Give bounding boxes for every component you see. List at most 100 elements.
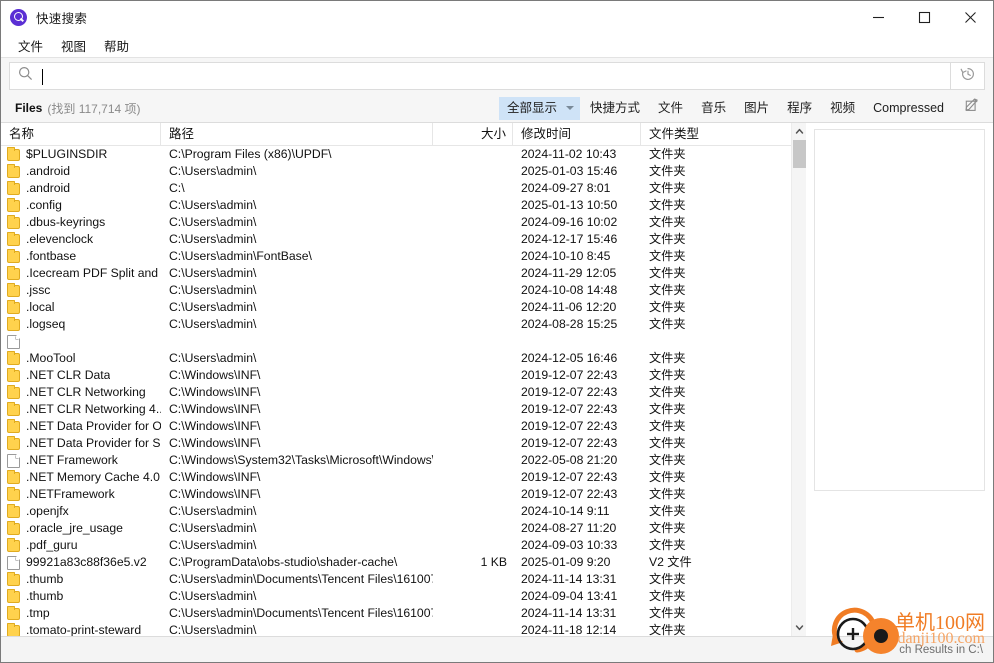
search-input[interactable] [40,64,950,88]
tab-compressed[interactable]: Compressed [865,97,952,120]
cell-size [433,622,513,636]
table-row[interactable]: 99921a83c88f36e5.v2 C:\ProgramData\obs-st… [1,554,791,571]
cell-name: .dbus-keyrings [1,214,161,231]
search-box[interactable] [9,62,951,90]
folder-icon [7,350,20,365]
window-controls [855,1,993,33]
quick-search-window: 快速搜索 文件 视图 帮助 Files (找到 117,714 项) 全部显示 … [0,0,994,663]
cell-time: 2024-11-14 13:31 [521,606,617,620]
cell-type: 文件夹 [649,521,686,535]
maximize-button[interactable] [901,1,947,33]
cell-path: C:\Users\admin\ [169,215,257,229]
cell-path: C:\Users\admin\ [169,521,257,535]
cell-name: .NET CLR Networking 4.... [1,401,161,418]
table-row[interactable]: .tmp C:\Users\admin\Documents\Tencent Fil… [1,605,791,622]
tab-show-all[interactable]: 全部显示 [499,96,581,120]
table-row[interactable]: .dbus-keyrings C:\Users\admin\ 2024-09-16 … [1,214,791,231]
tab-documents[interactable]: 文件 [650,97,691,120]
table-row[interactable]: .pdf_guru C:\Users\admin\ 2024-09-03 10:33… [1,537,791,554]
table-row[interactable]: .NET Data Provider for S... C:\Windows\IN… [1,435,791,452]
column-header-type[interactable]: 文件类型 [641,123,791,146]
cell-path: C:\Users\admin\ [169,283,257,297]
table-row[interactable]: .openjfx C:\Users\admin\ 2024-10-14 9:11 文件… [1,503,791,520]
cell-path: C:\Users\admin\ [169,164,257,178]
close-button[interactable] [947,1,993,33]
table-row[interactable]: .android C:\Users\admin\ 2025-01-03 15:46 文… [1,163,791,180]
table-row[interactable]: .Icecream PDF Split and ... C:\Users\admi… [1,265,791,282]
table-row[interactable]: .NET Framework C:\Windows\System32\Tasks\… [1,452,791,469]
menu-file[interactable]: 文件 [9,34,52,57]
edit-filters-button[interactable] [959,97,985,119]
table-row[interactable]: .jssc C:\Users\admin\ 2024-10-08 14:48 文件夹 [1,282,791,299]
folder-icon [7,486,20,501]
column-header-name[interactable]: 名称 [1,122,161,146]
table-row[interactable]: $PLUGINSDIR C:\Program Files (x86)\UPDF\ 2… [1,146,791,163]
tab-shortcuts[interactable]: 快捷方式 [582,97,648,120]
table-row[interactable]: .tomato-print-steward C:\Users\admin\ 2024… [1,622,791,636]
tab-music[interactable]: 音乐 [693,97,734,120]
cell-time: 2024-10-08 14:48 [521,283,618,297]
tab-programs[interactable]: 程序 [779,97,820,120]
column-header-time[interactable]: 修改时间 [513,122,641,146]
cell-name-text: .fontbase [26,249,77,263]
table-row[interactable]: .MooTool C:\Users\admin\ 2024-12-05 16:46 文… [1,350,791,367]
column-header-row: 名称 路径 大小 修改时间 文件类型 [1,122,791,146]
cell-path: C:\Users\admin\FontBase\ [169,249,312,263]
chevron-down-icon[interactable] [566,106,575,110]
scrollbar-track[interactable] [792,140,807,619]
column-header-path[interactable]: 路径 [161,122,433,146]
cell-name-text: .tomato-print-steward [26,623,142,636]
cell-name: .jssc [1,282,161,299]
chevron-up-icon [795,123,804,141]
results-scrollbar[interactable] [791,123,806,636]
table-row[interactable]: .oracle_jre_usage C:\Users\admin\ 2024-08-… [1,520,791,537]
filter-tab-bar: Files (找到 117,714 项) 全部显示 快捷方式 文件 音乐 图片 … [1,94,993,123]
table-row[interactable]: .thumb C:\Users\admin\Documents\Tencent F… [1,571,791,588]
cell-name: .tomato-print-steward [1,622,161,636]
search-history-button[interactable] [951,62,985,90]
cell-path: C:\Users\admin\ [169,504,257,518]
table-row[interactable]: .local C:\Users\admin\ 2024-11-06 12:20 文件夹 [1,299,791,316]
cell-name: .pdf_guru [1,537,161,554]
scrollbar-thumb[interactable] [792,140,806,168]
column-header-size[interactable]: 大小 [433,122,513,146]
table-row[interactable]: .android C:\ 2024-09-27 8:01 文件夹 [1,180,791,197]
status-bar: ch Results in C:\ [1,636,993,662]
cell-type: 文件夹 [649,538,686,552]
table-row[interactable]: .NET CLR Networking C:\Windows\INF\ 2019-1… [1,384,791,401]
chevron-down-icon [795,619,804,637]
results-files-label: Files [15,101,43,115]
cell-name-text: .elevenclock [26,232,94,246]
table-row[interactable]: .thumb C:\Users\admin\ 2024-09-04 13:41 文件夹 [1,588,791,605]
cell-time: 2019-12-07 22:43 [521,436,618,450]
cell-type: V2 文件 [649,555,692,569]
cell-type: 文件夹 [649,470,686,484]
cell-name: .android [1,163,161,180]
table-row[interactable]: .config C:\Users\admin\ 2025-01-13 10:50 文件… [1,197,791,214]
table-row[interactable]: .NET Data Provider for O... C:\Windows\IN… [1,418,791,435]
tab-videos[interactable]: 视频 [822,97,863,120]
table-row[interactable]: .elevenclock C:\Users\admin\ 2024-12-17 15… [1,231,791,248]
table-row[interactable]: .NETFramework C:\Windows\INF\ 2019-12-07 2… [1,486,791,503]
tab-pictures[interactable]: 图片 [736,97,777,120]
cell-size [433,384,513,401]
menu-help[interactable]: 帮助 [95,34,138,57]
scroll-up-button[interactable] [792,123,807,140]
cell-size [433,486,513,503]
cell-size [433,401,513,418]
table-row[interactable]: .NET Memory Cache 4.0 C:\Windows\INF\ 2019… [1,469,791,486]
minimize-button[interactable] [855,1,901,33]
folder-icon [7,146,20,161]
table-row[interactable]: .NET CLR Networking 4.... C:\Windows\INF\… [1,401,791,418]
table-row[interactable]: .NET CLR Data C:\Windows\INF\ 2019-12-07 2… [1,367,791,384]
cell-name: $PLUGINSDIR [1,146,161,163]
cell-path: C:\Windows\INF\ [169,368,261,382]
menu-view[interactable]: 视图 [52,34,95,57]
table-row[interactable]: .logseq C:\Users\admin\ 2024-08-28 15:25 文件… [1,316,791,333]
scroll-down-button[interactable] [792,619,807,636]
cell-type: 文件夹 [649,300,686,314]
cell-name: .NET CLR Networking [1,384,161,401]
table-row[interactable]: .fontbase C:\Users\admin\FontBase\ 2024-10… [1,248,791,265]
table-row[interactable] [1,333,791,350]
cell-type: 文件夹 [649,589,686,603]
